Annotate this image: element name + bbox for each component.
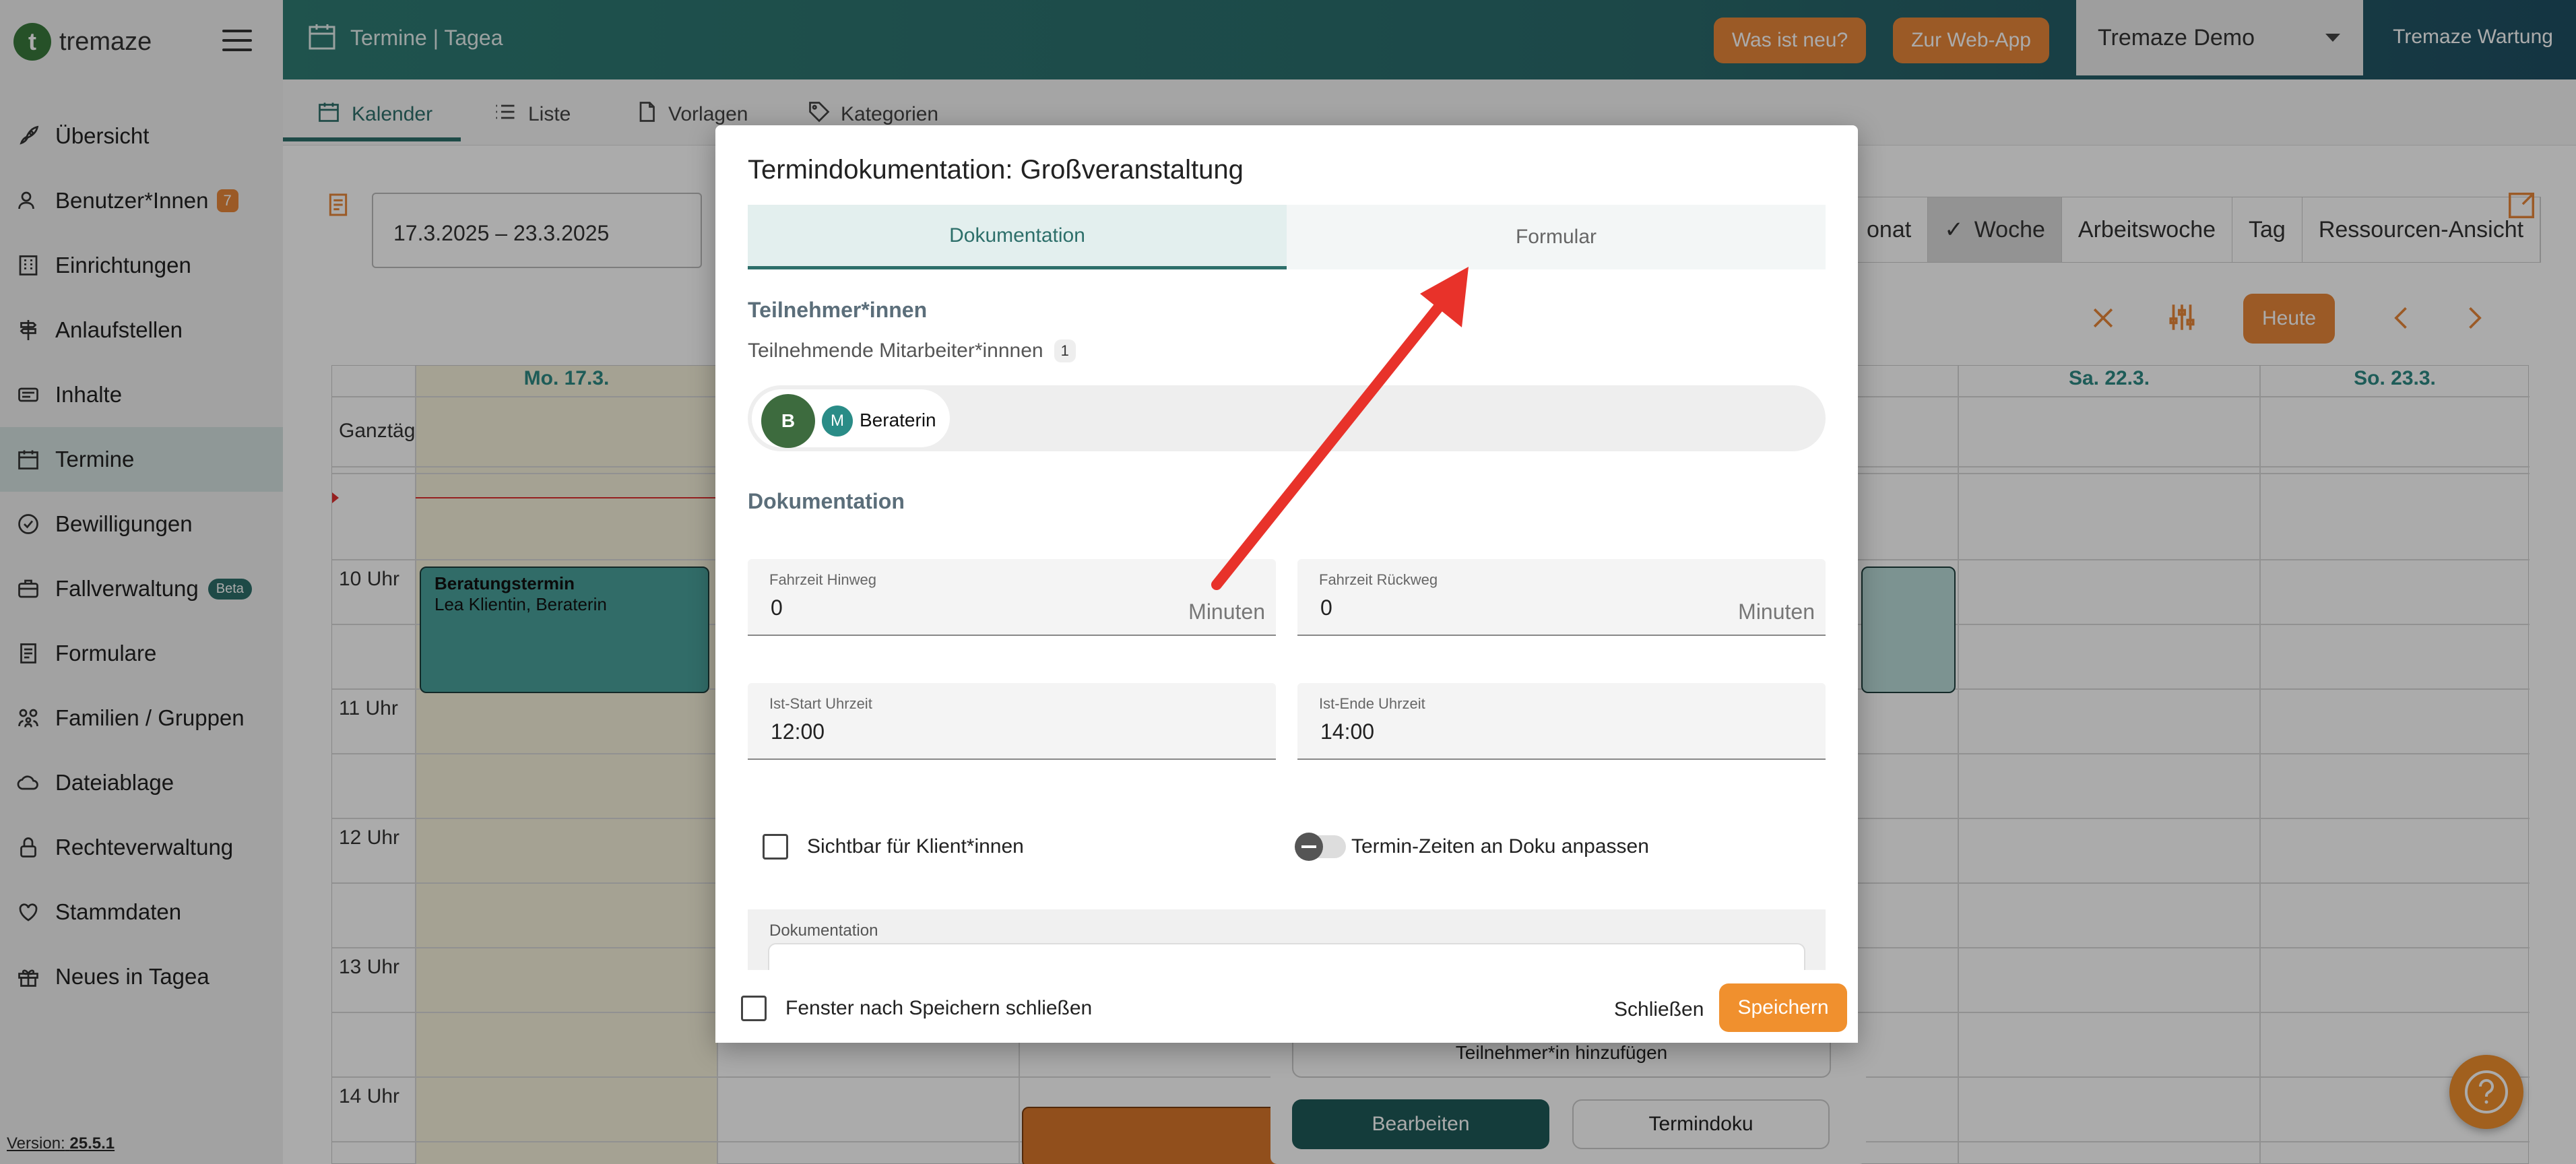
participant-name: Beraterin: [860, 410, 936, 430]
documentation-section-title: Dokumentation: [748, 489, 905, 513]
avatar-small: M: [822, 406, 853, 437]
field-value: 0: [771, 595, 783, 620]
tab-dokumentation[interactable]: Dokumentation: [748, 205, 1287, 269]
visible-for-clients-label: Sichtbar für Klient*innen: [807, 835, 1024, 858]
dialog-footer: Fenster nach Speichern schließen Schließ…: [715, 970, 1858, 1043]
documentation-dialog: Termindokumentation: Großveranstaltung D…: [715, 125, 1858, 1043]
field-label: Fahrzeit Hinweg: [769, 571, 876, 588]
participant-chip[interactable]: B M Beraterin: [752, 389, 950, 448]
dialog-tabs: Dokumentation Formular: [748, 205, 1826, 269]
field-label: Dokumentation: [769, 922, 878, 940]
avatar: B: [761, 394, 815, 448]
staff-label-text: Teilnehmende Mitarbeiter*innnen: [748, 340, 1043, 362]
staff-participants-label: Teilnehmende Mitarbeiter*innnen 1: [748, 340, 1076, 362]
participant-chip-list: B M Beraterin: [748, 385, 1826, 451]
adjust-times-label: Termin-Zeiten an Doku anpassen: [1351, 835, 1649, 858]
field-label: Ist-Ende Uhrzeit: [1319, 695, 1425, 712]
count-badge: 1: [1054, 340, 1076, 362]
field-value: 14:00: [1320, 719, 1375, 744]
field-suffix: Minuten: [1188, 600, 1265, 624]
tab-formular[interactable]: Formular: [1287, 205, 1826, 269]
travel-back-field[interactable]: Fahrzeit Rückweg 0 Minuten: [1297, 559, 1826, 636]
travel-to-field[interactable]: Fahrzeit Hinweg 0 Minuten: [748, 559, 1276, 636]
field-suffix: Minuten: [1738, 600, 1815, 624]
adjust-times-toggle[interactable]: [1295, 833, 1346, 861]
close-after-save-label: Fenster nach Speichern schließen: [785, 997, 1093, 1019]
dialog-title: Termindokumentation: Großveranstaltung: [748, 155, 1244, 185]
save-button[interactable]: Speichern: [1719, 983, 1847, 1032]
field-value: 0: [1320, 595, 1332, 620]
actual-end-field[interactable]: Ist-Ende Uhrzeit 14:00: [1297, 683, 1826, 760]
field-label: Fahrzeit Rückweg: [1319, 571, 1438, 588]
participants-title: Teilnehmer*innen: [748, 298, 928, 322]
close-after-save-checkbox[interactable]: [741, 996, 767, 1021]
visible-for-clients-checkbox[interactable]: [763, 834, 788, 860]
documentation-editor[interactable]: Dokumentation: [748, 909, 1826, 970]
toggle-knob: [1295, 833, 1323, 861]
close-button[interactable]: Schließen: [1614, 998, 1704, 1021]
documentation-textarea[interactable]: [768, 943, 1805, 970]
field-label: Ist-Start Uhrzeit: [769, 695, 872, 712]
field-value: 12:00: [771, 719, 825, 744]
actual-start-field[interactable]: Ist-Start Uhrzeit 12:00: [748, 683, 1276, 760]
